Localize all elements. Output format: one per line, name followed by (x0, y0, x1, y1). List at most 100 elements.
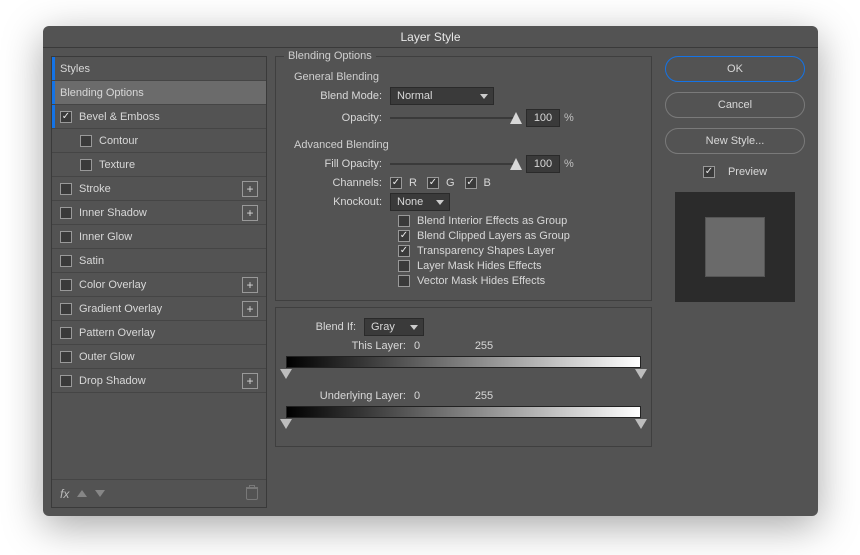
fx-menu-icon[interactable]: fx (60, 487, 69, 501)
channel-g-checkbox[interactable]: G (427, 177, 455, 189)
preview-checkbox[interactable]: Preview (703, 166, 767, 178)
blending-options-group: Blending Options General Blending Blend … (275, 56, 652, 301)
this-layer-label: This Layer: (286, 340, 414, 352)
trash-icon[interactable] (246, 487, 258, 500)
advanced-options: Blend Interior Effects as Group Blend Cl… (398, 215, 641, 287)
opacity-row: Opacity: % (286, 109, 641, 127)
style-list-sidebar: Styles Blending Options Bevel & Emboss C… (51, 56, 267, 508)
underlying-slider[interactable] (286, 406, 641, 436)
checkbox-icon[interactable] (60, 231, 72, 243)
opt-vector-mask-hides[interactable]: Vector Mask Hides Effects (398, 275, 641, 287)
sidebar-item-drop-shadow[interactable]: Drop Shadow + (52, 369, 266, 393)
sidebar-footer: fx (52, 479, 266, 507)
opt-interior-effects[interactable]: Blend Interior Effects as Group (398, 215, 641, 227)
move-down-icon[interactable] (95, 490, 105, 497)
blend-mode-select[interactable]: Normal (390, 87, 494, 105)
sidebar-label: Outer Glow (79, 351, 135, 363)
blend-if-select[interactable]: Gray (364, 318, 424, 336)
knockout-select[interactable]: None (390, 193, 450, 211)
sidebar-label: Contour (99, 135, 138, 147)
blend-mode-row: Blend Mode: Normal (286, 87, 641, 105)
preview-thumbnail (675, 192, 795, 302)
group-title: Blending Options (284, 50, 376, 62)
channel-r-checkbox[interactable]: R (390, 177, 417, 189)
sidebar-label: Bevel & Emboss (79, 111, 160, 123)
select-value: None (397, 196, 423, 208)
sidebar-item-pattern-overlay[interactable]: Pattern Overlay (52, 321, 266, 345)
opacity-input[interactable] (526, 109, 560, 127)
sidebar-item-satin[interactable]: Satin (52, 249, 266, 273)
fill-opacity-label: Fill Opacity: (286, 158, 390, 170)
add-effect-icon[interactable]: + (242, 277, 258, 293)
range-low: 0 (414, 390, 454, 402)
checkbox-icon[interactable] (60, 375, 72, 387)
checkbox-icon[interactable] (60, 207, 72, 219)
opt-transparency-shapes[interactable]: Transparency Shapes Layer (398, 245, 641, 257)
fill-opacity-slider[interactable] (390, 157, 516, 171)
sidebar-item-contour[interactable]: Contour (52, 129, 266, 153)
checkbox-icon[interactable] (60, 279, 72, 291)
opt-clipped-layers[interactable]: Blend Clipped Layers as Group (398, 230, 641, 242)
sidebar-label: Pattern Overlay (79, 327, 155, 339)
sidebar-item-texture[interactable]: Texture (52, 153, 266, 177)
checkbox-icon[interactable] (80, 159, 92, 171)
add-effect-icon[interactable]: + (242, 181, 258, 197)
sidebar-item-blending-options[interactable]: Blending Options (52, 81, 266, 105)
underlying-label: Underlying Layer: (286, 390, 414, 402)
channel-b-checkbox[interactable]: B (465, 177, 491, 189)
this-layer-slider[interactable] (286, 356, 641, 386)
add-effect-icon[interactable]: + (242, 301, 258, 317)
sidebar-item-bevel-emboss[interactable]: Bevel & Emboss (52, 105, 266, 129)
checkbox-icon[interactable] (60, 327, 72, 339)
sidebar-item-stroke[interactable]: Stroke + (52, 177, 266, 201)
sidebar-label: Texture (99, 159, 135, 171)
add-effect-icon[interactable]: + (242, 373, 258, 389)
checkbox-icon[interactable] (60, 255, 72, 267)
checkbox-icon[interactable] (60, 111, 72, 123)
sidebar-label: Gradient Overlay (79, 303, 162, 315)
advanced-heading: Advanced Blending (294, 139, 641, 151)
checkbox-icon[interactable] (60, 183, 72, 195)
checkbox-icon[interactable] (60, 303, 72, 315)
checkbox-icon[interactable] (60, 351, 72, 363)
checkbox-icon[interactable] (703, 166, 715, 178)
sidebar-item-gradient-overlay[interactable]: Gradient Overlay + (52, 297, 266, 321)
knockout-label: Knockout: (286, 196, 390, 208)
opacity-label: Opacity: (286, 112, 390, 124)
checkbox-icon[interactable] (80, 135, 92, 147)
underlying-labels: Underlying Layer: 0 255 (286, 390, 641, 402)
dialog-content: Styles Blending Options Bevel & Emboss C… (43, 48, 818, 516)
preview-swatch (705, 217, 765, 277)
general-heading: General Blending (294, 71, 641, 83)
sidebar-label: Styles (60, 63, 90, 75)
layer-style-dialog: Layer Style Styles Blending Options Beve… (43, 26, 818, 516)
fill-opacity-input[interactable] (526, 155, 560, 173)
ok-button[interactable]: OK (665, 56, 805, 82)
opacity-slider[interactable] (390, 111, 516, 125)
sidebar-label: Satin (79, 255, 104, 267)
sidebar-item-inner-glow[interactable]: Inner Glow (52, 225, 266, 249)
sidebar-item-inner-shadow[interactable]: Inner Shadow + (52, 201, 266, 225)
right-panel: OK Cancel New Style... Preview (660, 56, 810, 508)
channels-row: Channels: R G B (286, 177, 641, 189)
sidebar-label: Stroke (79, 183, 111, 195)
fill-opacity-row: Fill Opacity: % (286, 155, 641, 173)
sidebar-label: Blending Options (60, 87, 144, 99)
sidebar-item-outer-glow[interactable]: Outer Glow (52, 345, 266, 369)
blend-if-row: Blend If: Gray (286, 318, 641, 336)
blend-mode-label: Blend Mode: (286, 90, 390, 102)
new-style-button[interactable]: New Style... (665, 128, 805, 154)
window-title: Layer Style (43, 26, 818, 48)
this-layer-labels: This Layer: 0 255 (286, 340, 641, 352)
sidebar-item-color-overlay[interactable]: Color Overlay + (52, 273, 266, 297)
opt-layer-mask-hides[interactable]: Layer Mask Hides Effects (398, 260, 641, 272)
sidebar-label: Inner Glow (79, 231, 132, 243)
range-low: 0 (414, 340, 454, 352)
cancel-button[interactable]: Cancel (665, 92, 805, 118)
range-high: 255 (454, 390, 514, 402)
blend-if-group: Blend If: Gray This Layer: 0 255 Underl (275, 307, 652, 447)
sidebar-item-styles[interactable]: Styles (52, 57, 266, 81)
select-value: Normal (397, 90, 432, 102)
add-effect-icon[interactable]: + (242, 205, 258, 221)
move-up-icon[interactable] (77, 490, 87, 497)
